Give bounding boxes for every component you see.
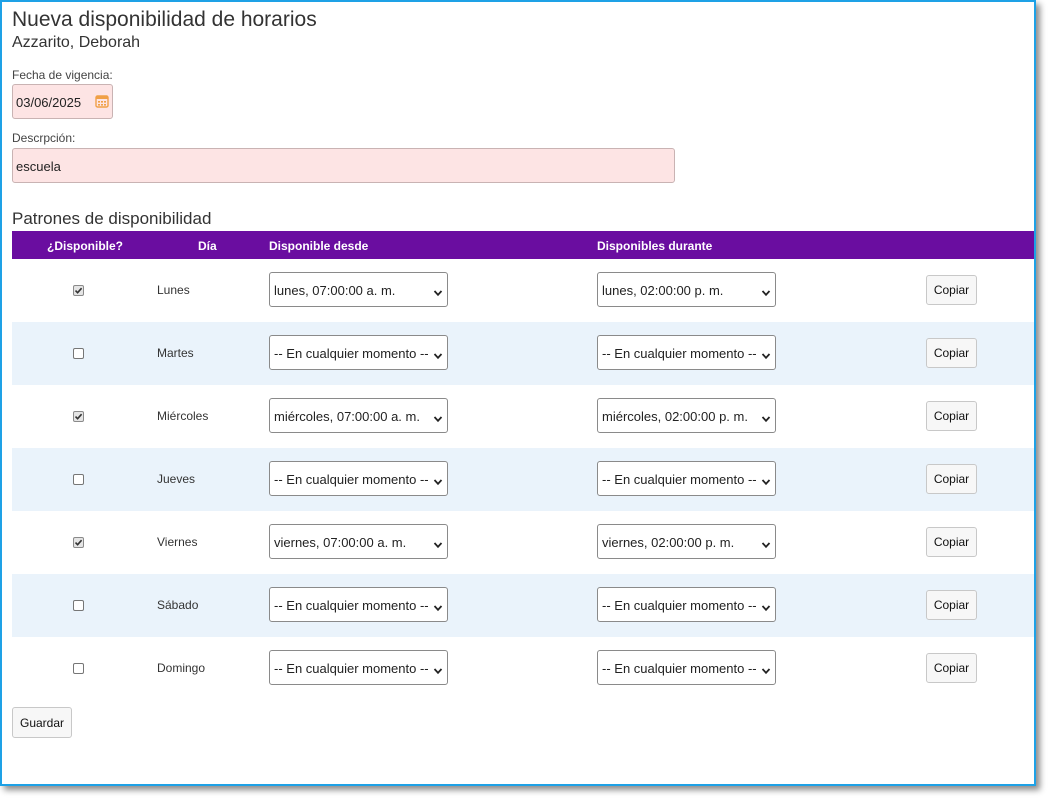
available-from-select[interactable]: -- En cualquier momento -- bbox=[269, 461, 448, 496]
available-during-select[interactable]: lunes, 02:00:00 p. m. bbox=[597, 272, 776, 307]
chevron-down-icon bbox=[433, 285, 443, 297]
available-during-select[interactable]: -- En cualquier momento -- bbox=[597, 335, 776, 370]
available-during-value: -- En cualquier momento -- bbox=[602, 346, 757, 361]
available-checkbox[interactable] bbox=[73, 537, 84, 548]
available-during-value: lunes, 02:00:00 p. m. bbox=[602, 283, 724, 298]
chevron-down-icon bbox=[761, 600, 771, 612]
available-from-select[interactable]: -- En cualquier momento -- bbox=[269, 650, 448, 685]
available-from-select[interactable]: -- En cualquier momento -- bbox=[269, 587, 448, 622]
chevron-down-icon bbox=[761, 663, 771, 675]
header-from: Disponible desde bbox=[269, 239, 369, 253]
day-label: Miércoles bbox=[157, 409, 209, 423]
app-window: Nueva disponibilidad de horarios Azzarit… bbox=[0, 0, 1036, 786]
available-checkbox[interactable] bbox=[73, 285, 84, 296]
chevron-down-icon bbox=[433, 600, 443, 612]
available-during-value: -- En cualquier momento -- bbox=[602, 598, 757, 613]
effective-date-value: 03/06/2025 bbox=[16, 95, 82, 110]
available-from-value: lunes, 07:00:00 a. m. bbox=[274, 283, 396, 298]
table-row: Jueves -- En cualquier momento -- -- En cu… bbox=[12, 448, 1034, 511]
table-row: Martes -- En cualquier momento -- -- En cu… bbox=[12, 322, 1034, 385]
header-during: Disponibles durante bbox=[597, 239, 713, 253]
table-row: Miércoles miércoles, 07:00:00 a. m. miérco… bbox=[12, 385, 1034, 448]
available-checkbox[interactable] bbox=[73, 411, 84, 422]
day-label: Lunes bbox=[157, 283, 190, 297]
available-during-select[interactable]: -- En cualquier momento -- bbox=[597, 650, 776, 685]
copy-button[interactable]: Copiar bbox=[926, 527, 977, 557]
copy-button[interactable]: Copiar bbox=[926, 338, 977, 368]
employee-name: Azzarito, Deborah bbox=[12, 34, 141, 51]
header-available: ¿Disponible? bbox=[47, 239, 123, 253]
available-from-select[interactable]: miércoles, 07:00:00 a. m. bbox=[269, 398, 448, 433]
available-from-select[interactable]: viernes, 07:00:00 a. m. bbox=[269, 524, 448, 559]
chevron-down-icon bbox=[761, 411, 771, 423]
available-from-value: miércoles, 07:00:00 a. m. bbox=[274, 409, 420, 424]
chevron-down-icon bbox=[433, 411, 443, 423]
copy-button[interactable]: Copiar bbox=[926, 653, 977, 683]
available-during-value: miércoles, 02:00:00 p. m. bbox=[602, 409, 748, 424]
section-title: Patrones de disponibilidad bbox=[12, 209, 212, 228]
day-label: Viernes bbox=[157, 535, 198, 549]
chevron-down-icon bbox=[433, 537, 443, 549]
day-label: Domingo bbox=[157, 661, 206, 675]
copy-button[interactable]: Copiar bbox=[926, 401, 977, 431]
available-from-value: -- En cualquier momento -- bbox=[274, 661, 429, 676]
available-checkbox[interactable] bbox=[73, 474, 84, 485]
available-checkbox[interactable] bbox=[73, 663, 84, 674]
chevron-down-icon bbox=[433, 348, 443, 360]
available-during-value: -- En cualquier momento -- bbox=[602, 661, 757, 676]
save-button[interactable]: Guardar bbox=[12, 707, 72, 738]
effective-date-field[interactable]: 03/06/2025 bbox=[12, 84, 113, 119]
available-checkbox[interactable] bbox=[73, 348, 84, 359]
available-during-select[interactable]: miércoles, 02:00:00 p. m. bbox=[597, 398, 776, 433]
effective-date-label: Fecha de vigencia: bbox=[12, 68, 113, 82]
available-from-value: -- En cualquier momento -- bbox=[274, 598, 429, 613]
chevron-down-icon bbox=[433, 663, 443, 675]
chevron-down-icon bbox=[761, 474, 771, 486]
available-during-select[interactable]: -- En cualquier momento -- bbox=[597, 461, 776, 496]
day-label: Martes bbox=[157, 346, 194, 360]
available-during-select[interactable]: viernes, 02:00:00 p. m. bbox=[597, 524, 776, 559]
table-row: Lunes lunes, 07:00:00 a. m. lunes, 02:00:0… bbox=[12, 259, 1034, 322]
copy-button[interactable]: Copiar bbox=[926, 275, 977, 305]
available-during-value: -- En cualquier momento -- bbox=[602, 472, 757, 487]
chevron-down-icon bbox=[761, 348, 771, 360]
day-label: Sábado bbox=[157, 598, 199, 612]
available-during-select[interactable]: -- En cualquier momento -- bbox=[597, 587, 776, 622]
available-from-select[interactable]: -- En cualquier momento -- bbox=[269, 335, 448, 370]
available-from-select[interactable]: lunes, 07:00:00 a. m. bbox=[269, 272, 448, 307]
available-from-value: -- En cualquier momento -- bbox=[274, 472, 429, 487]
available-checkbox[interactable] bbox=[73, 600, 84, 611]
chevron-down-icon bbox=[761, 537, 771, 549]
available-from-value: viernes, 07:00:00 a. m. bbox=[274, 535, 407, 550]
table-header: ¿Disponible? Día Disponible desde Dispon… bbox=[12, 231, 1034, 259]
chevron-down-icon bbox=[433, 474, 443, 486]
table-row: Viernes viernes, 07:00:00 a. m. viernes, 0… bbox=[12, 511, 1034, 574]
description-value: escuela bbox=[16, 159, 61, 174]
available-from-value: -- En cualquier momento -- bbox=[274, 346, 429, 361]
calendar-icon[interactable] bbox=[95, 94, 109, 108]
page-title: Nueva disponibilidad de horarios bbox=[12, 8, 317, 31]
chevron-down-icon bbox=[761, 285, 771, 297]
copy-button[interactable]: Copiar bbox=[926, 464, 977, 494]
table-row: Sábado -- En cualquier momento -- -- En cu… bbox=[12, 574, 1034, 637]
day-label: Jueves bbox=[157, 472, 196, 486]
description-label: Descrpción: bbox=[12, 131, 76, 145]
description-field[interactable]: escuela bbox=[12, 148, 675, 183]
available-during-value: viernes, 02:00:00 p. m. bbox=[602, 535, 735, 550]
table-row: Domingo -- En cualquier momento -- -- En c… bbox=[12, 637, 1034, 700]
header-day: Día bbox=[198, 239, 217, 253]
copy-button[interactable]: Copiar bbox=[926, 590, 977, 620]
